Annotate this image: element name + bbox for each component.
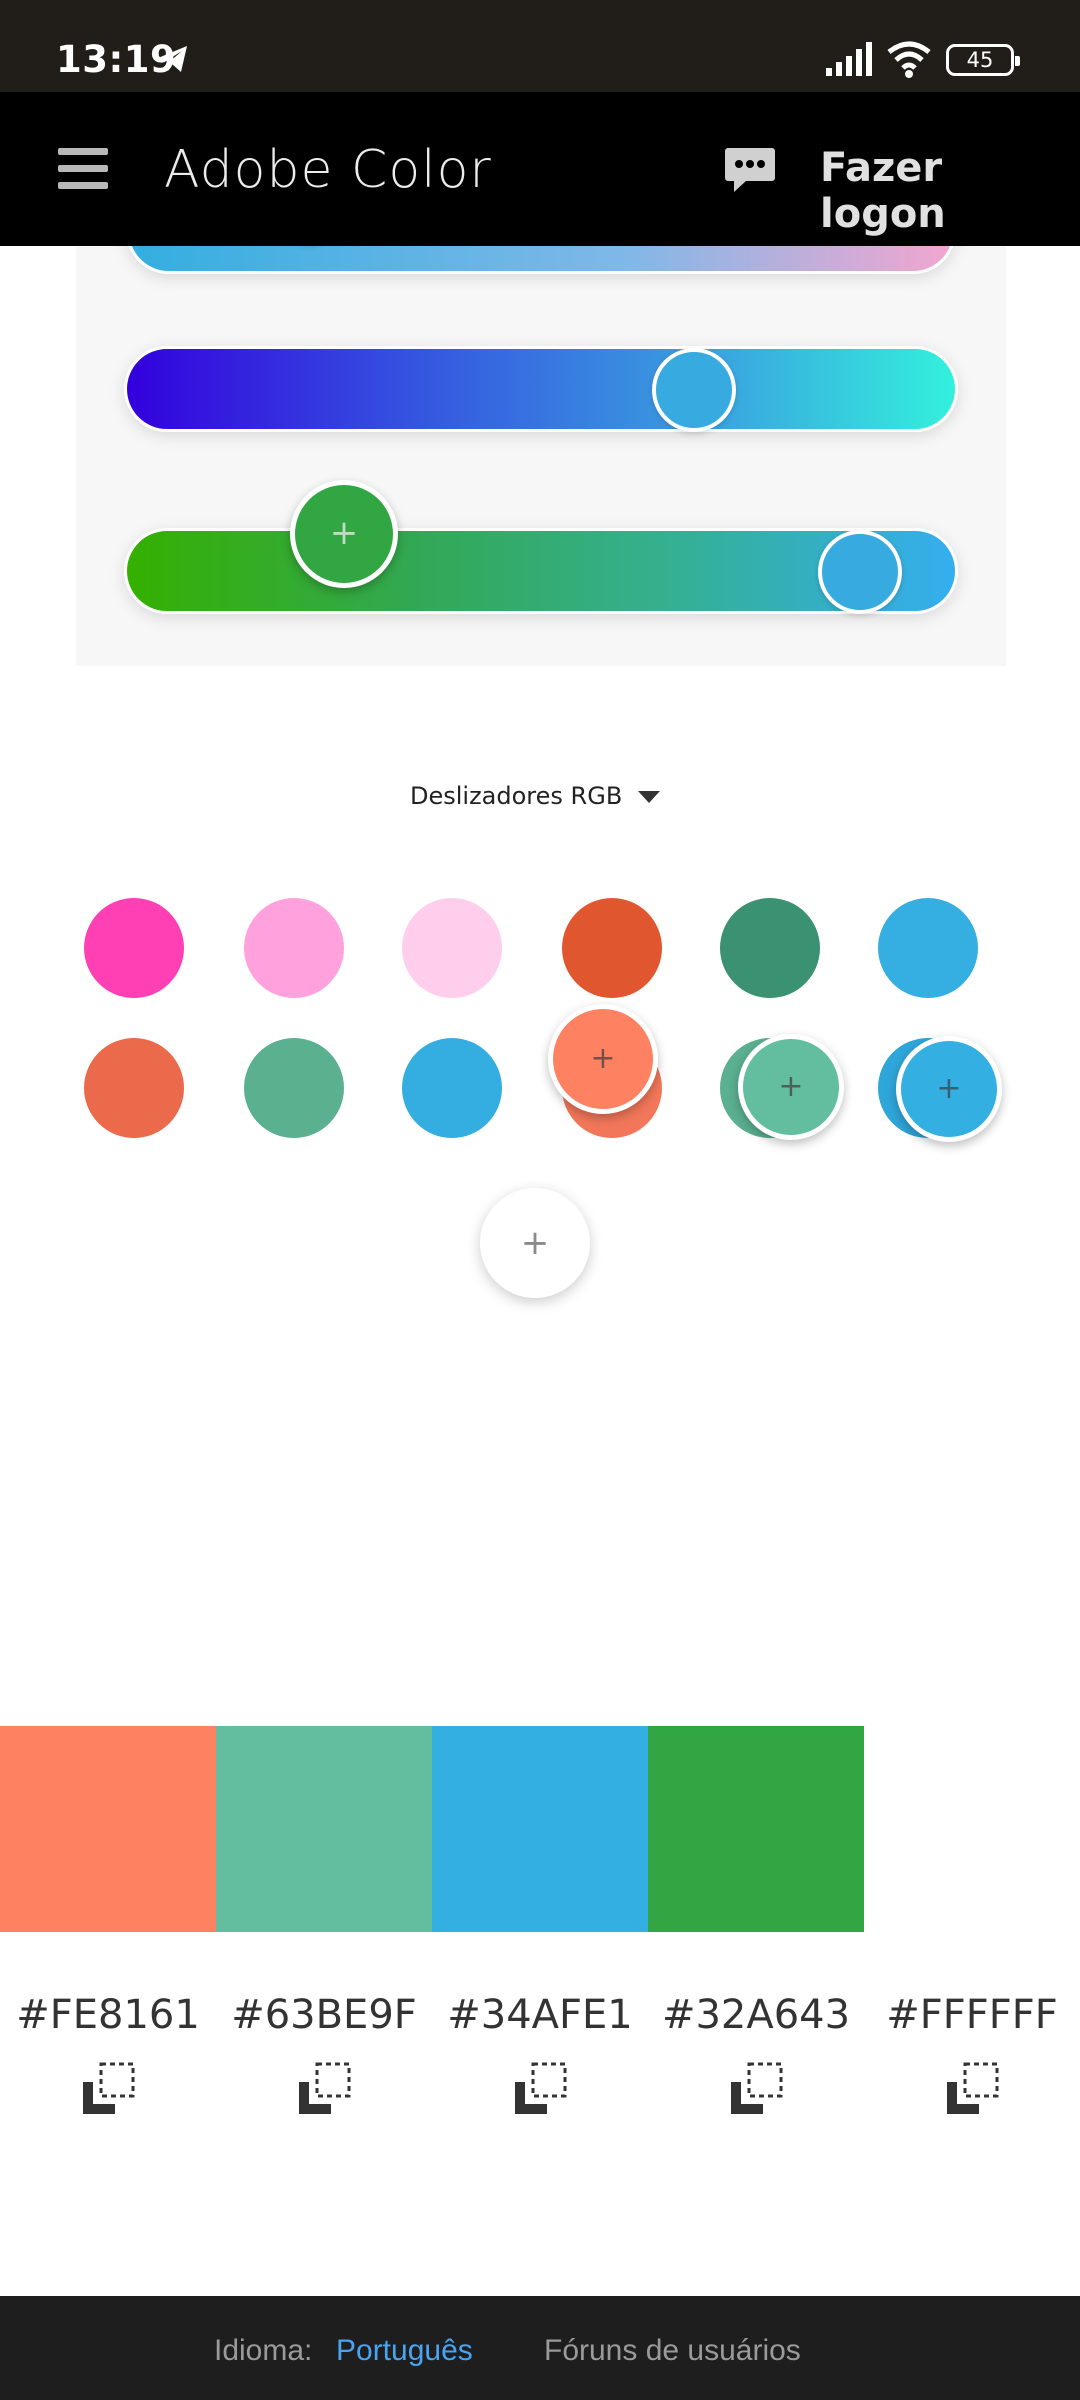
swatch-row1-2[interactable] xyxy=(244,898,344,998)
caret-down-icon xyxy=(638,791,661,803)
login-link[interactable]: Fazer logon xyxy=(820,145,1080,237)
rgb-sliders-panel: + xyxy=(76,246,1006,666)
add-color-button[interactable]: + xyxy=(480,1188,590,1298)
copy-icon[interactable] xyxy=(295,2060,353,2118)
swatch-row1-6[interactable] xyxy=(878,898,978,998)
swatch-row1-4[interactable] xyxy=(562,898,662,998)
status-bar: 13:19 45 xyxy=(0,0,1080,92)
red-slider[interactable] xyxy=(126,246,956,274)
blue-slider-thumb[interactable] xyxy=(818,530,902,614)
palette-color-3[interactable] xyxy=(432,1726,648,1932)
hex-label: #32A643 xyxy=(661,1992,851,2038)
blue-color-handle[interactable]: + xyxy=(896,1036,1002,1142)
battery-icon: 45 xyxy=(946,44,1020,76)
teal-color-handle[interactable]: + xyxy=(738,1034,844,1140)
hex-label: #FE8161 xyxy=(16,1992,200,2038)
signal-icon xyxy=(826,42,872,76)
palette-color-1[interactable] xyxy=(0,1726,216,1932)
copy-icon[interactable] xyxy=(727,2060,785,2118)
palette-color-2[interactable] xyxy=(216,1726,432,1932)
coral-color-handle[interactable]: + xyxy=(548,1004,658,1114)
language-link[interactable]: Português xyxy=(336,2334,473,2368)
wifi-icon xyxy=(887,41,931,78)
menu-icon[interactable] xyxy=(58,148,108,190)
mode-dropdown[interactable]: Deslizadores RGB xyxy=(410,782,661,818)
copy-icon[interactable] xyxy=(79,2060,137,2118)
forums-link[interactable]: Fóruns de usuários xyxy=(544,2334,801,2368)
hex-item-1: #FE8161 xyxy=(0,1992,216,2118)
green-slider-thumb[interactable] xyxy=(652,348,736,432)
color-palette xyxy=(0,1726,1080,1932)
hex-label: #34AFE1 xyxy=(447,1992,633,2038)
swatch-row1-3[interactable] xyxy=(402,898,502,998)
app-title: Adobe Color xyxy=(164,140,492,200)
swatch-row2-3[interactable] xyxy=(402,1038,502,1138)
hex-item-3: #34AFE1 xyxy=(432,1992,648,2118)
swatch-row1-5[interactable] xyxy=(720,898,820,998)
footer: Idioma: Português Fóruns de usuários xyxy=(0,2296,1080,2400)
hex-label: #63BE9F xyxy=(231,1992,417,2038)
telegram-icon xyxy=(158,46,187,72)
palette-color-5[interactable] xyxy=(864,1726,1080,1932)
language-label: Idioma: xyxy=(214,2334,313,2367)
base-color-handle[interactable]: + xyxy=(290,480,398,588)
chat-icon[interactable] xyxy=(724,146,776,194)
palette-color-4[interactable] xyxy=(648,1726,864,1932)
hex-item-2: #63BE9F xyxy=(216,1992,432,2118)
app-root: 13:19 45 Adobe Color Fazer logon + Desli… xyxy=(0,0,1080,2400)
hex-item-4: #32A643 xyxy=(648,1992,864,2118)
copy-icon[interactable] xyxy=(943,2060,1001,2118)
copy-icon[interactable] xyxy=(511,2060,569,2118)
swatch-row1-1[interactable] xyxy=(84,898,184,998)
swatch-row2-2[interactable] xyxy=(244,1038,344,1138)
battery-level: 45 xyxy=(966,48,994,72)
hex-label: #FFFFFF xyxy=(886,1992,1058,2038)
mode-dropdown-label: Deslizadores RGB xyxy=(410,782,623,810)
app-header: Adobe Color Fazer logon xyxy=(0,92,1080,246)
swatch-row2-1[interactable] xyxy=(84,1038,184,1138)
hex-item-5: #FFFFFF xyxy=(864,1992,1080,2118)
green-slider[interactable] xyxy=(124,346,958,432)
